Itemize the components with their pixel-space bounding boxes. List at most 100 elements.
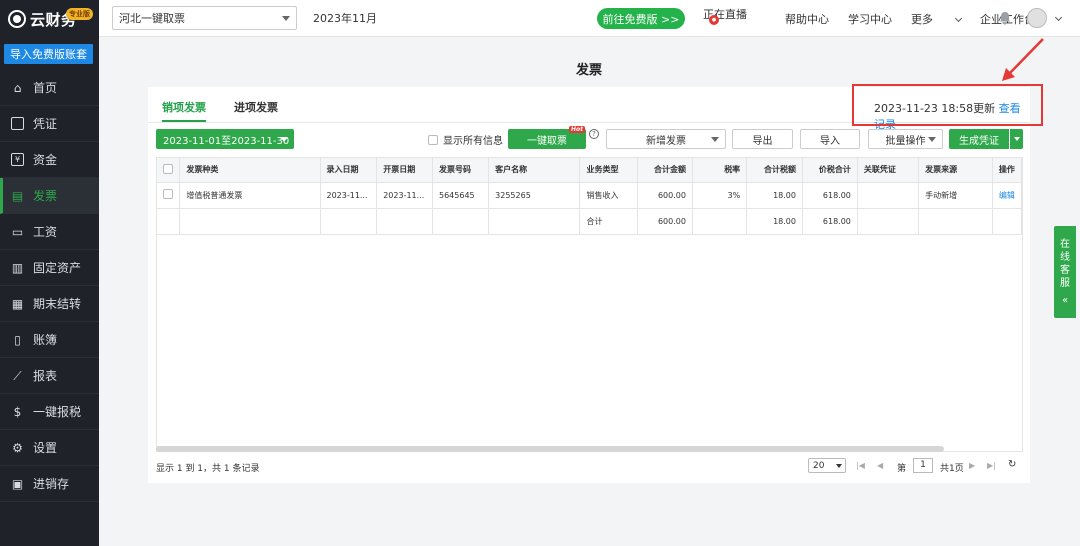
help-icon[interactable]: ? (589, 129, 599, 139)
cell-price-tax-total: 618.00 (802, 182, 858, 209)
edition-badge: 专业版 (66, 8, 93, 20)
page-size-select[interactable]: 20 (808, 458, 846, 473)
generate-voucher-button[interactable]: 生成凭证 (949, 129, 1009, 149)
chevron-down-icon (280, 136, 288, 142)
sidebar-item-books[interactable]: ▯ 账簿 (0, 322, 99, 358)
asset-icon: ▥ (11, 260, 24, 275)
cell-business-type: 销售收入 (579, 182, 639, 209)
sidebar-item-salary[interactable]: ▭ 工资 (0, 214, 99, 250)
header-business-type[interactable]: 业务类型 (579, 158, 639, 183)
date-range-label: 2023-11-01至2023-11-30 (163, 135, 290, 147)
horizontal-scrollbar[interactable] (156, 446, 944, 452)
cell-invoice-type: 增值税普通发票 (179, 182, 321, 209)
sidebar-item-tax[interactable]: $ 一键报税 (0, 394, 99, 430)
chevron-down-icon (836, 463, 842, 468)
online-service-button[interactable]: 在 线 客 服 « (1054, 226, 1076, 318)
invoice-table: 发票种类 录入日期 开票日期 发票号码 客户名称 业务类型 合计金额 税率 合计… (156, 157, 1023, 452)
total-label: 合计 (579, 208, 639, 235)
import-free-account-button[interactable]: 导入免费版账套 (4, 44, 93, 64)
sidebar-item-invoice[interactable]: ▤ 发票 (0, 178, 99, 214)
header-price-tax-total[interactable]: 价税合计 (802, 158, 858, 183)
date-range-select[interactable]: 2023-11-01至2023-11-30 (156, 129, 294, 149)
header-tax-rate[interactable]: 税率 (692, 158, 748, 183)
tab-input-invoice[interactable]: 进项发票 (234, 87, 278, 122)
sidebar-item-fund[interactable]: ¥ 资金 (0, 142, 99, 178)
prev-page-icon[interactable]: ◀ (877, 461, 883, 470)
import-button[interactable]: 导入 (800, 129, 860, 149)
total-amount: 600.00 (637, 208, 693, 235)
table-row[interactable]: 增值税普通发票 2023-11... 2023-11... 5645645 32… (157, 182, 1022, 209)
select-all-checkbox[interactable] (157, 158, 181, 183)
help-center-link[interactable]: 帮助中心 (785, 11, 829, 27)
header-entry-date[interactable]: 录入日期 (320, 158, 378, 183)
sidebar-item-period-close[interactable]: ▦ 期末结转 (0, 286, 99, 322)
page-title: 发票 (576, 63, 603, 78)
sidebar-item-label: 发票 (33, 189, 58, 203)
show-all-checkbox[interactable]: 显示所有信息 (428, 132, 503, 147)
header-total-tax[interactable]: 合计税额 (746, 158, 803, 183)
edit-link[interactable]: 编辑 (999, 191, 1015, 200)
invoice-panel: 销项发票 进项发票 2023-11-23 18:58更新 查看记录 2023-1… (148, 87, 1030, 483)
header-invoice-number[interactable]: 发票号码 (432, 158, 490, 183)
sidebar-item-fixed-asset[interactable]: ▥ 固定资产 (0, 250, 99, 286)
sidebar-item-reports[interactable]: ⟋ 报表 (0, 358, 99, 394)
refresh-icon[interactable]: ↻ (1008, 459, 1016, 470)
more-menu[interactable]: 更多 (911, 11, 963, 27)
chevron-down-icon[interactable] (1054, 13, 1063, 22)
invoice-icon: ▤ (11, 188, 24, 203)
header-linked-voucher[interactable]: 关联凭证 (857, 158, 920, 183)
cell-total-amount: 600.00 (637, 182, 693, 209)
sidebar-item-settings[interactable]: ⚙ 设置 (0, 430, 99, 466)
sidebar-item-label: 资金 (33, 153, 58, 167)
sidebar-item-voucher[interactable]: 凭证 (0, 106, 99, 142)
sidebar-item-label: 进销存 (33, 477, 70, 491)
sidebar-item-label: 报表 (33, 369, 58, 383)
logo[interactable]: 云财务 专业版 (0, 0, 99, 38)
accounting-period[interactable]: 2023年11月 (313, 10, 377, 26)
company-select[interactable]: 河北一键取票 (112, 6, 297, 30)
avatar[interactable] (1027, 8, 1047, 28)
logo-icon (8, 10, 26, 28)
header-total-amount[interactable]: 合计金额 (637, 158, 693, 183)
checkbox-icon (163, 189, 174, 199)
batch-operation-select[interactable]: 批量操作 (868, 129, 943, 149)
total-price-tax: 618.00 (802, 208, 858, 235)
highlight-box (852, 84, 1043, 126)
chevron-down-icon (1013, 137, 1020, 141)
top-bar: 河北一键取票 2023年11月 前往免费版 >> 正在直播 ● 帮助中心 学习中心… (99, 0, 1080, 37)
last-page-icon[interactable]: ▶| (987, 461, 996, 470)
first-page-icon[interactable]: |◀ (856, 461, 865, 470)
page-number-input[interactable]: 1 (913, 458, 933, 473)
gear-icon: ⚙ (12, 440, 23, 455)
sidebar-item-inventory[interactable]: ▣ 进销存 (0, 466, 99, 502)
sidebar-item-label: 凭证 (33, 117, 58, 131)
pagination: 显示 1 到 1，共 1 条记录 20 |◀ ◀ 第 1 共1页 ▶ ▶| ↻ (156, 457, 1023, 477)
learning-center-link[interactable]: 学习中心 (848, 11, 892, 27)
go-free-version-button[interactable]: 前往免费版 >> (597, 8, 685, 29)
live-link[interactable]: 正在直播 ● (703, 6, 766, 32)
header-customer-name[interactable]: 客户名称 (488, 158, 581, 183)
service-char: 在 (1060, 239, 1070, 250)
cell-invoice-number: 5645645 (432, 182, 490, 209)
calendar-icon: ▦ (11, 296, 24, 311)
sidebar: 云财务 专业版 导入免费版账套 ⌂ 首页 凭证 ¥ 资金 ▤ 发票 ▭ 工资 ▥ 固定资产… (0, 0, 99, 546)
sidebar-item-label: 首页 (33, 81, 58, 95)
header-invoice-source[interactable]: 发票来源 (918, 158, 993, 183)
header-issue-date[interactable]: 开票日期 (376, 158, 433, 183)
bell-icon[interactable] (999, 11, 1011, 25)
add-invoice-select[interactable]: 新增发票 (606, 129, 726, 149)
tab-output-invoice[interactable]: 销项发票 (162, 87, 206, 122)
cell-operation: 编辑 (992, 182, 1022, 209)
service-char: 线 (1060, 252, 1070, 263)
next-page-icon[interactable]: ▶ (969, 461, 975, 470)
row-checkbox[interactable] (157, 182, 181, 209)
export-button[interactable]: 导出 (732, 129, 793, 149)
book-icon: ▯ (14, 332, 21, 347)
cell-linked-voucher (857, 182, 920, 209)
sidebar-item-home[interactable]: ⌂ 首页 (0, 70, 99, 106)
sidebar-item-label: 固定资产 (33, 261, 82, 275)
inventory-icon: ▣ (11, 476, 24, 491)
company-name: 河北一键取票 (119, 12, 185, 25)
generate-voucher-dropdown[interactable] (1010, 129, 1023, 149)
header-invoice-type[interactable]: 发票种类 (179, 158, 321, 183)
